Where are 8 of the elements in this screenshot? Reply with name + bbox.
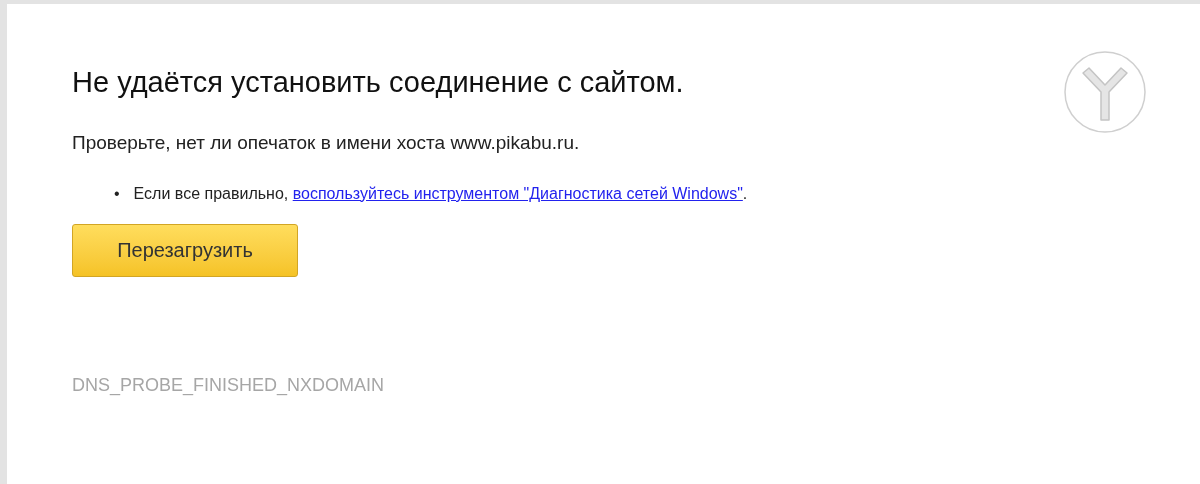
error-message: Проверьте, нет ли опечаток в имени хоста www.pikabu.ru. (72, 131, 580, 155)
diagnostics-link[interactable]: воспользуйтесь инструментом "Диагностика сетей Windows" (292, 184, 743, 202)
bullet: • (114, 183, 120, 204)
error-title: Не удаётся установить соединение с сайтом. (72, 65, 684, 100)
browser-logo-icon (1063, 50, 1147, 134)
error-code: DNS_PROBE_FINISHED_NXDOMAIN (72, 373, 385, 398)
reload-button[interactable]: Перезагрузить (72, 223, 298, 277)
suggestion-text: Если все правильно, воспользуйтесь инструментом "Диагностика сетей Windows". (133, 183, 748, 204)
